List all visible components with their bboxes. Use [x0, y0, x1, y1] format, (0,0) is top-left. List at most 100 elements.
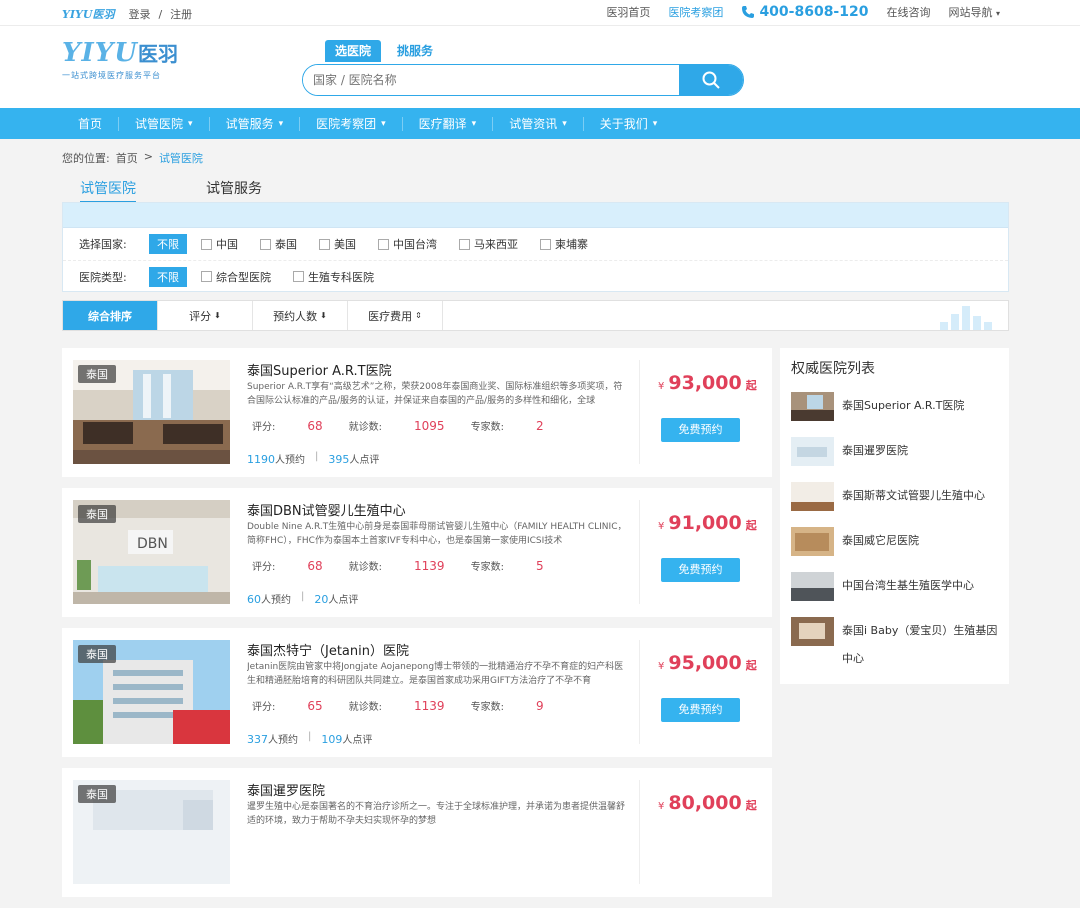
sort-rating[interactable]: 评分 ⬇ — [158, 301, 253, 330]
price-value: 93,000 — [668, 372, 742, 394]
stat-score-value: 68 — [307, 419, 323, 433]
nav-item-services[interactable]: 试管服务 ▾ — [210, 116, 301, 131]
country-option[interactable]: 美国 — [319, 236, 356, 252]
sort-cost[interactable]: 医疗费用 ⇕ — [348, 301, 443, 330]
bookings-suffix: 人预约 — [275, 455, 305, 466]
sidebar-hospital-item[interactable]: 泰国暹罗医院 — [791, 437, 998, 466]
stat-visits: 就诊数: 1139 — [349, 558, 445, 573]
bookings-count[interactable]: 1190人预约 — [247, 451, 305, 466]
country-option[interactable]: 中国台湾 — [378, 236, 437, 252]
free-booking-button[interactable]: 免费预约 — [661, 418, 740, 442]
search-button[interactable] — [679, 65, 743, 95]
bookings-count[interactable]: 60人预约 — [247, 591, 291, 606]
breadcrumb-home[interactable]: 首页 — [116, 150, 138, 166]
free-booking-button[interactable]: 免费预约 — [661, 558, 740, 582]
breadcrumb-arrow: > — [143, 150, 153, 163]
stat-score-label: 评分: — [252, 562, 276, 573]
country-option[interactable]: 柬埔寨 — [540, 236, 588, 252]
type-option[interactable]: 生殖专科医院 — [293, 269, 374, 285]
nav-item-translation[interactable]: 医疗翻译 ▾ — [403, 116, 494, 131]
search-input[interactable] — [303, 65, 679, 95]
divider: | — [308, 731, 312, 742]
checkbox[interactable] — [378, 238, 389, 250]
sidebar-hospital-item[interactable]: 泰国i Baby（爱宝贝）生殖基因中心 — [791, 617, 998, 673]
search-tab-service[interactable]: 挑服务 — [387, 40, 443, 62]
reviews-count[interactable]: 20人点评 — [314, 591, 358, 606]
country-option-label: 美国 — [334, 238, 356, 251]
sidebar-hospital-item[interactable]: 泰国威它尼医院 — [791, 527, 998, 556]
checkbox[interactable] — [459, 238, 470, 250]
online-consult-link[interactable]: 在线咨询 — [886, 4, 930, 20]
hospital-name[interactable]: 泰国Superior A.R.T医院 — [247, 360, 392, 379]
sort-arrow-icon: ⬇ — [214, 311, 221, 320]
price-value: 91,000 — [668, 512, 742, 534]
phone-number-text: 400-8608-120 — [759, 4, 869, 20]
top-bar: YIYU医羽 登录 / 注册 医羽首页 医院考察团 400-8608-120 在… — [0, 0, 1080, 26]
sort-label: 预约人数 — [273, 309, 318, 323]
hospital-thumbnail — [791, 392, 834, 421]
country-option[interactable]: 泰国 — [260, 236, 297, 252]
free-booking-button[interactable]: 免费预约 — [661, 698, 740, 722]
country-option-label: 泰国 — [275, 238, 297, 251]
nav-item-home[interactable]: 首页 — [62, 116, 120, 131]
site-logo[interactable]: YIYU医羽 一站式跨境医疗服务平台 — [62, 38, 192, 98]
checkbox[interactable] — [260, 238, 271, 250]
hospital-price: ¥91,000 起 — [658, 512, 757, 534]
hospital-name[interactable]: 泰国DBN试管婴儿生殖中心 — [247, 500, 406, 519]
breadcrumb-current[interactable]: 试管医院 — [159, 150, 203, 166]
sidebar-hospital-item[interactable]: 泰国斯蒂文试管婴儿生殖中心 — [791, 482, 998, 511]
search-tab-hospital[interactable]: 选医院 — [325, 40, 382, 62]
nav-item-inspection[interactable]: 医院考察团 ▾ — [300, 116, 403, 131]
sort-bar: 综合排序 评分 ⬇ 预约人数 ⬇ 医疗费用 ⇕ — [62, 300, 1009, 331]
reviews-number: 395 — [328, 453, 350, 466]
divider: | — [301, 591, 305, 602]
nav-item-label: 试管医院 — [135, 116, 184, 131]
country-tag: 泰国 — [78, 785, 116, 803]
checkbox[interactable] — [293, 271, 304, 282]
tab-hospitals[interactable]: 试管医院 — [80, 178, 136, 203]
stat-visits-label: 就诊数: — [348, 702, 383, 713]
hospital-name[interactable]: 泰国暹罗医院 — [247, 780, 325, 799]
nav-item-about[interactable]: 关于我们 ▾ — [584, 117, 674, 131]
hospital-name[interactable]: 泰国杰特宁（Jetanin）医院 — [247, 640, 409, 659]
checkbox[interactable] — [540, 238, 551, 250]
country-option[interactable]: 马来西亚 — [459, 236, 518, 252]
hospital-description: 暹罗生殖中心是泰国著名的不育治疗诊所之一。专注于全球标准护理，并承诺为患者提供温… — [247, 802, 626, 826]
checkbox[interactable] — [201, 271, 212, 282]
checkbox[interactable] — [319, 238, 330, 250]
sidebar-hospital-item[interactable]: 泰国Superior A.R.T医院 — [791, 392, 998, 421]
inspection-group-link[interactable]: 医院考察团 — [668, 4, 723, 20]
sort-comprehensive[interactable]: 综合排序 — [63, 301, 158, 330]
reviews-count[interactable]: 395人点评 — [328, 451, 379, 466]
country-option[interactable]: 中国 — [201, 236, 238, 252]
reviews-count[interactable]: 109人点评 — [321, 731, 372, 746]
sort-bookings[interactable]: 预约人数 ⬇ — [253, 301, 348, 330]
mini-logo[interactable]: YIYU医羽 — [62, 6, 114, 22]
country-unlimited-button[interactable]: 不限 — [149, 234, 187, 254]
hospital-activity: 60人预约 | 20人点评 — [247, 591, 358, 606]
bookings-count[interactable]: 337人预约 — [247, 731, 298, 746]
price-suffix: 起 — [745, 379, 757, 392]
price-suffix: 起 — [745, 799, 757, 812]
chevron-down-icon: ▾ — [188, 118, 193, 129]
sort-label: 医疗费用 — [368, 309, 413, 323]
stat-visits: 就诊数: 1139 — [349, 698, 445, 713]
register-link[interactable]: 注册 — [170, 6, 192, 22]
sidebar-title: 权威医院列表 — [791, 361, 875, 377]
type-option[interactable]: 综合型医院 — [201, 269, 271, 285]
hospital-price: ¥93,000 起 — [658, 372, 757, 394]
login-link[interactable]: 登录 — [128, 6, 150, 22]
tab-services[interactable]: 试管服务 — [206, 178, 262, 203]
checkbox[interactable] — [201, 238, 212, 250]
currency-symbol: ¥ — [658, 661, 665, 672]
hospital-stats: 评分: 65 就诊数: 1139 专家数: 9 — [252, 698, 570, 713]
site-nav-menu[interactable]: 网站导航 ▾ — [948, 4, 1000, 20]
nav-item-hospitals[interactable]: 试管医院 ▾ — [119, 116, 210, 131]
type-unlimited-button[interactable]: 不限 — [149, 266, 187, 287]
sort-label: 评分 — [189, 309, 212, 323]
reviews-suffix: 人点评 — [342, 735, 373, 746]
sidebar-hospital-item[interactable]: 中国台湾生基生殖医学中心 — [791, 572, 998, 601]
hospital-thumbnail — [791, 482, 834, 511]
home-link[interactable]: 医羽首页 — [606, 4, 650, 20]
nav-item-news[interactable]: 试管资讯 ▾ — [493, 116, 584, 131]
